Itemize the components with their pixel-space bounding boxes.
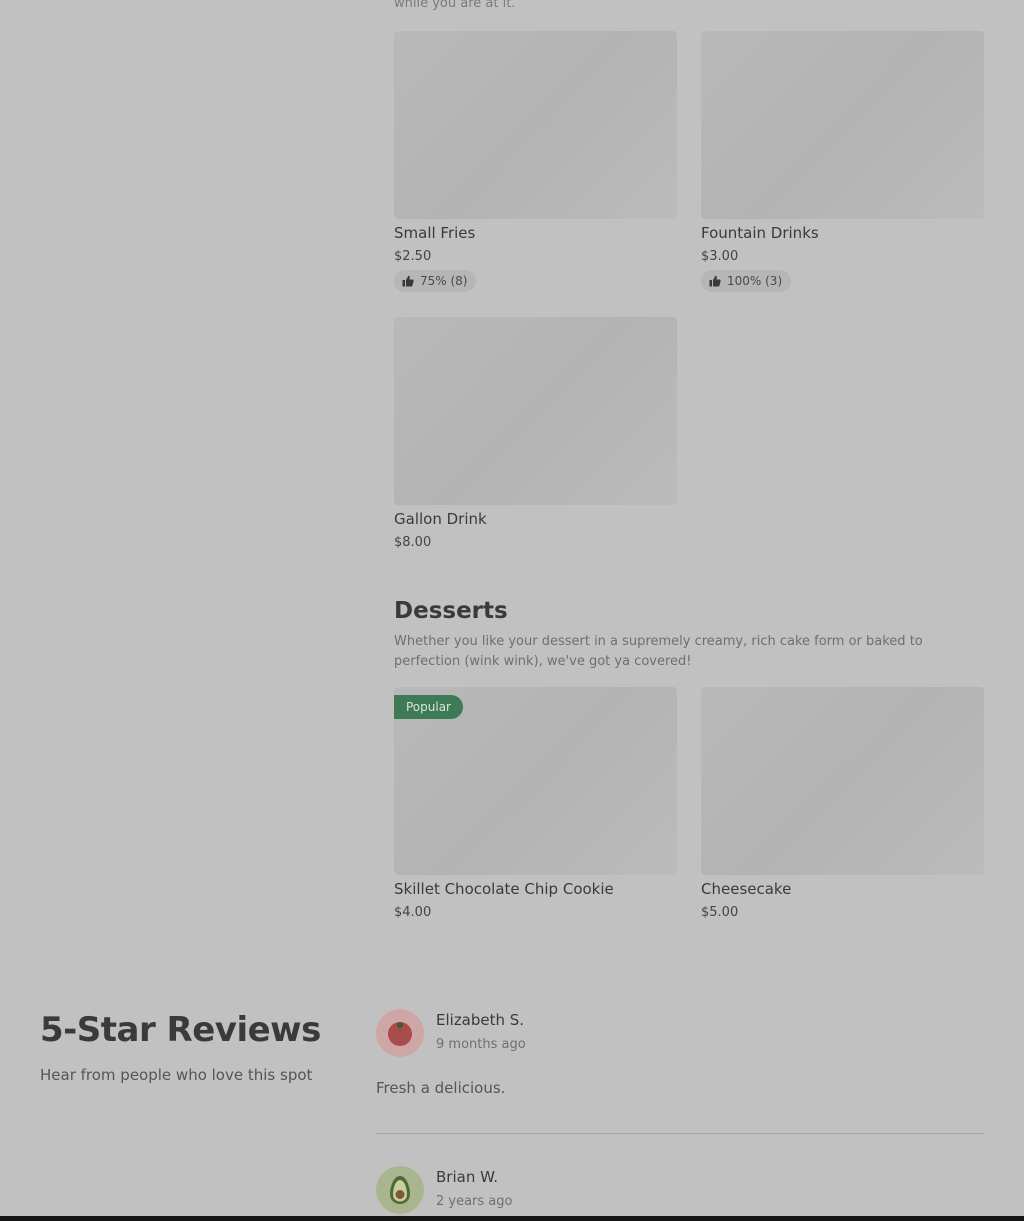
menu-item-price: $4.00 <box>394 905 432 920</box>
review-time: 2 years ago <box>436 1194 513 1209</box>
bottom-bar <box>0 1216 1024 1221</box>
tomato-icon <box>376 1009 424 1057</box>
menu-item-name: Cheesecake <box>701 880 792 898</box>
divider <box>376 1133 984 1134</box>
menu-item-card[interactable]: Cheesecake $5.00 <box>701 687 984 927</box>
reviewer-name: Brian W. <box>436 1168 498 1186</box>
menu-item-card[interactable]: Gallon Drink $8.00 <box>394 317 677 557</box>
menu-item-price: $2.50 <box>394 249 432 264</box>
menu-item-name: Gallon Drink <box>394 510 487 528</box>
rating-text: 100% (3) <box>727 274 783 288</box>
review-item: Brian W. 2 years ago <box>376 1166 984 1216</box>
menu-item-image[interactable] <box>394 317 677 505</box>
menu-item-image[interactable] <box>701 687 984 875</box>
menu-item-image[interactable] <box>701 31 984 219</box>
menu-item-card[interactable]: Small Fries $2.50 75% (8) <box>394 31 677 293</box>
avocado-icon <box>376 1166 424 1214</box>
review-text: Fresh a delicious. <box>376 1079 506 1097</box>
section-description: Whether you like your dessert in a supre… <box>394 634 923 669</box>
popular-badge: Popular <box>394 695 463 719</box>
thumbs-up-icon <box>402 275 414 287</box>
reviewer-name: Elizabeth S. <box>436 1011 525 1029</box>
menu-item-image[interactable]: Popular <box>394 687 677 875</box>
rating-pill: 75% (8) <box>394 270 477 292</box>
menu-item-price: $8.00 <box>394 535 432 550</box>
thumbs-up-icon <box>709 275 721 287</box>
rating-text: 75% (8) <box>420 274 468 288</box>
menu-item-card[interactable]: Popular Skillet Chocolate Chip Cookie $4… <box>394 687 677 927</box>
menu-item-name: Skillet Chocolate Chip Cookie <box>394 880 614 898</box>
menu-item-card[interactable]: Fountain Drinks $3.00 100% (3) <box>701 31 984 293</box>
rating-pill: 100% (3) <box>701 270 792 292</box>
menu-item-price: $3.00 <box>701 249 739 264</box>
menu-item-name: Fountain Drinks <box>701 224 819 242</box>
review-item: Elizabeth S. 9 months ago Fresh a delici… <box>376 1009 984 1109</box>
section-description: while you are at it. <box>394 0 516 11</box>
reviews-title: 5-Star Reviews <box>40 1010 321 1050</box>
reviews-subtitle: Hear from people who love this spot <box>40 1066 313 1084</box>
section-title: Desserts <box>394 598 508 624</box>
review-time: 9 months ago <box>436 1037 526 1052</box>
menu-item-name: Small Fries <box>394 224 476 242</box>
menu-item-image[interactable] <box>394 31 677 219</box>
menu-item-price: $5.00 <box>701 905 739 920</box>
